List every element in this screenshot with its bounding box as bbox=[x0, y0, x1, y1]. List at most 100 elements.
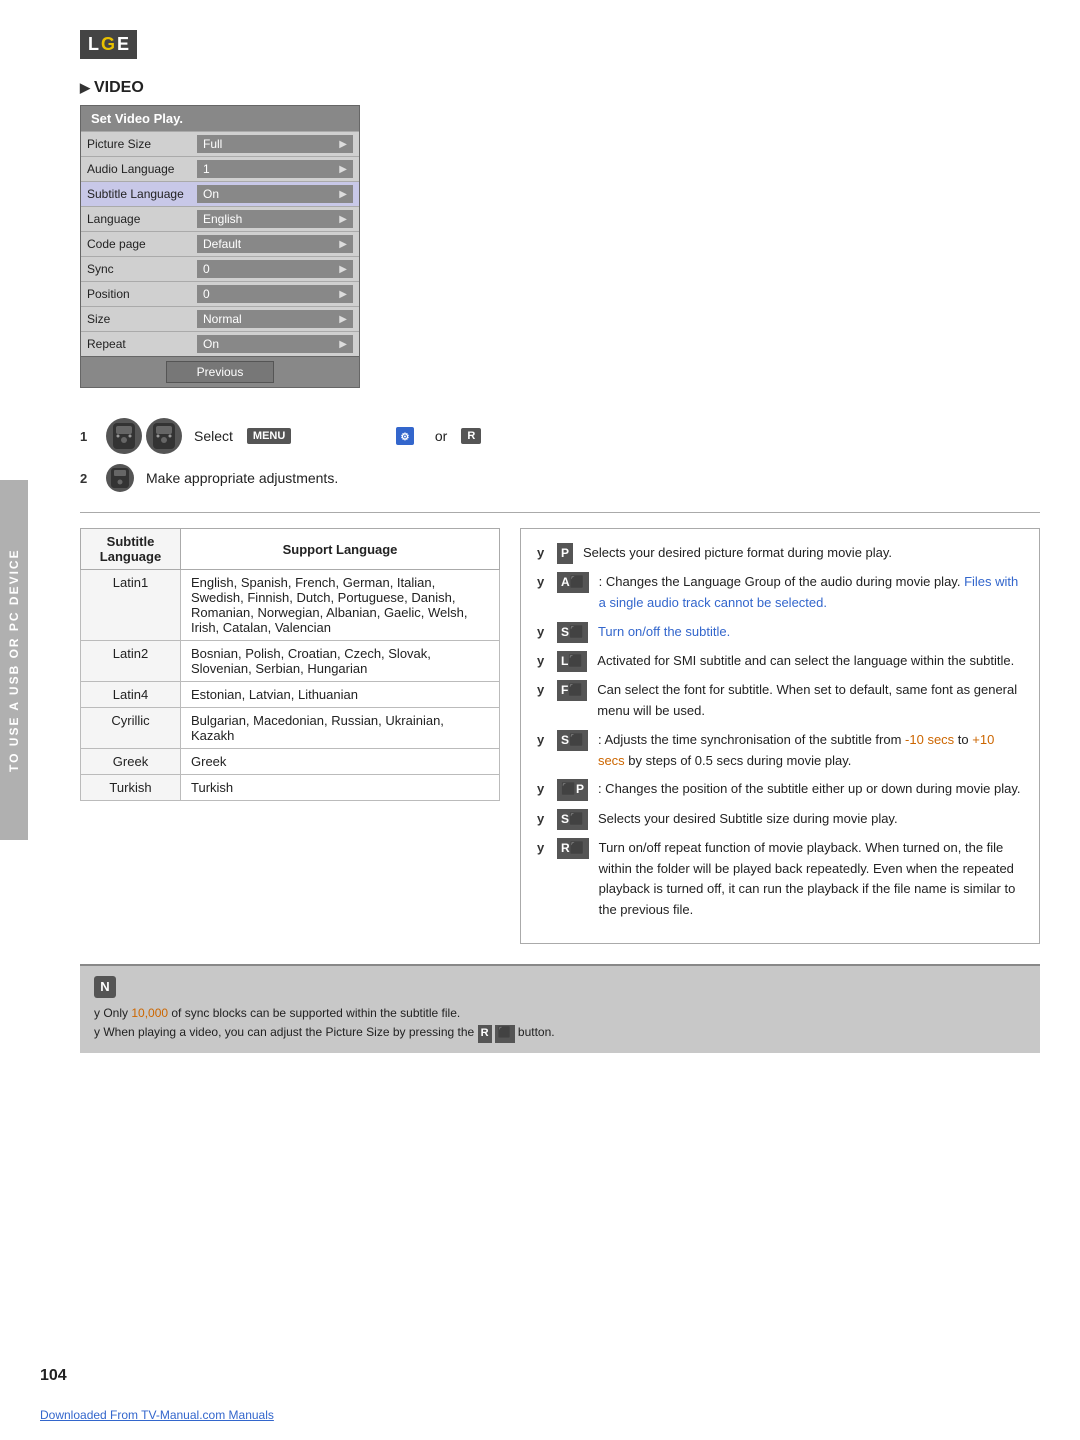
col-support-header: Support Language bbox=[181, 529, 500, 570]
menu-row-arrow: ▶ bbox=[339, 339, 347, 350]
support-lang-cell: Estonian, Latvian, Lithuanian bbox=[181, 682, 500, 708]
menu-button-label: MENU bbox=[247, 428, 291, 444]
two-col-layout: Subtitle Language Support Language Latin… bbox=[80, 528, 1040, 944]
picture-button-ref: ⬛ bbox=[495, 1025, 515, 1043]
menu-row-code-page[interactable]: Code page Default ▶ bbox=[81, 231, 359, 256]
menu-row-arrow: ▶ bbox=[339, 239, 347, 250]
menu-row-label: Sync bbox=[87, 262, 197, 276]
sidebar-label: TO USE A USB OR PC DEVICE bbox=[0, 480, 28, 840]
menu-row-language[interactable]: Language English ▶ bbox=[81, 206, 359, 231]
desc-bullet: y bbox=[537, 680, 551, 701]
steps-area: 1 bbox=[80, 418, 1040, 492]
desc-bullet: y bbox=[537, 838, 551, 859]
menu-row-arrow: ▶ bbox=[339, 189, 347, 200]
desc-text-3: Turn on/off the subtitle. bbox=[598, 622, 730, 643]
subtitle-lang-cell: Latin4 bbox=[81, 682, 181, 708]
table-row: Cyrillic Bulgarian, Macedonian, Russian,… bbox=[81, 708, 500, 749]
desc-icon-repeat: R⬛ bbox=[557, 838, 589, 859]
desc-item-2: y A⬛ : Changes the Language Group of the… bbox=[537, 572, 1023, 614]
desc-bullet: y bbox=[537, 779, 551, 800]
menu-row-subtitle-lang[interactable]: Subtitle Language On ▶ bbox=[81, 181, 359, 206]
desc-text-1: Selects your desired picture format duri… bbox=[583, 543, 892, 564]
menu-row-label: Position bbox=[87, 287, 197, 301]
menu-value-area: Normal ▶ bbox=[197, 310, 353, 328]
desc-icon-position: ⬛P bbox=[557, 779, 588, 800]
desc-item-6: y S⬛ : Adjusts the time synchronisation … bbox=[537, 730, 1023, 772]
menu-title: Set Video Play. bbox=[81, 106, 359, 131]
desc-item-9: y R⬛ Turn on/off repeat function of movi… bbox=[537, 838, 1023, 921]
table-row: Turkish Turkish bbox=[81, 775, 500, 801]
desc-icon-picture: P bbox=[557, 543, 573, 564]
step-1-row: 1 bbox=[80, 418, 1040, 454]
remote-icon-1 bbox=[106, 418, 142, 454]
desc-icon-subtitle: S⬛ bbox=[557, 622, 588, 643]
menu-panel: Set Video Play. Picture Size Full ▶ Audi… bbox=[80, 105, 360, 388]
menu-row-label: Repeat bbox=[87, 337, 197, 351]
subtitle-lang-cell: Latin2 bbox=[81, 641, 181, 682]
note-icon: N bbox=[94, 976, 116, 998]
menu-row-position[interactable]: Position 0 ▶ bbox=[81, 281, 359, 306]
menu-row-arrow: ▶ bbox=[339, 214, 347, 225]
step-1-icons bbox=[106, 418, 182, 454]
menu-row-label: Subtitle Language bbox=[87, 187, 197, 201]
menu-row-size[interactable]: Size Normal ▶ bbox=[81, 306, 359, 331]
r-button-ref: R bbox=[478, 1025, 492, 1043]
step-2-number: 2 bbox=[80, 471, 94, 486]
support-lang-cell: Bulgarian, Macedonian, Russian, Ukrainia… bbox=[181, 708, 500, 749]
logo-letter-e: E bbox=[117, 34, 129, 55]
menu-value-area: English ▶ bbox=[197, 210, 353, 228]
desc-text-2: : Changes the Language Group of the audi… bbox=[599, 572, 1023, 614]
support-lang-cell: Greek bbox=[181, 749, 500, 775]
previous-button[interactable]: Previous bbox=[166, 361, 275, 383]
menu-row-value: 1 bbox=[203, 162, 210, 176]
logo-letter-l: L bbox=[88, 34, 99, 55]
support-lang-cell: Turkish bbox=[181, 775, 500, 801]
menu-row-value: Full bbox=[203, 137, 222, 151]
subtitle-lang-cell: Cyrillic bbox=[81, 708, 181, 749]
lang-table: Subtitle Language Support Language Latin… bbox=[80, 528, 500, 801]
section-title: VIDEO bbox=[94, 79, 144, 97]
menu-row-arrow: ▶ bbox=[339, 264, 347, 275]
menu-row-sync[interactable]: Sync 0 ▶ bbox=[81, 256, 359, 281]
menu-value-area: Default ▶ bbox=[197, 235, 353, 253]
subtitle-toggle-note: Turn on/off the subtitle. bbox=[598, 624, 730, 639]
table-row: Latin4 Estonian, Latvian, Lithuanian bbox=[81, 682, 500, 708]
subtitle-lang-cell: Turkish bbox=[81, 775, 181, 801]
menu-row-value: 0 bbox=[203, 262, 210, 276]
step-1-number: 1 bbox=[80, 429, 94, 444]
desc-item-1: y P Selects your desired picture format … bbox=[537, 543, 1023, 564]
desc-bullet: y bbox=[537, 543, 551, 564]
svg-text:⚙: ⚙ bbox=[401, 432, 410, 443]
table-row: Greek Greek bbox=[81, 749, 500, 775]
divider bbox=[80, 512, 1040, 513]
desc-col: y P Selects your desired picture format … bbox=[520, 528, 1040, 944]
menu-row-value: On bbox=[203, 187, 219, 201]
step-1-text-pre: Select bbox=[194, 428, 233, 444]
step-1-settings-icon: ⚙ bbox=[395, 426, 415, 446]
menu-row-value: Default bbox=[203, 237, 241, 251]
note-text-1: y Only 10,000 of sync blocks can be supp… bbox=[94, 1004, 1026, 1023]
menu-row-label: Code page bbox=[87, 237, 197, 251]
menu-row-picture-size[interactable]: Picture Size Full ▶ bbox=[81, 131, 359, 156]
remote-icon-2 bbox=[146, 418, 182, 454]
step-2-row: 2 Make appropriate adjustments. bbox=[80, 464, 1040, 492]
support-lang-cell: Bosnian, Polish, Croatian, Czech, Slovak… bbox=[181, 641, 500, 682]
menu-value-area: On ▶ bbox=[197, 335, 353, 353]
menu-row-arrow: ▶ bbox=[339, 139, 347, 150]
step-1-or: or bbox=[427, 428, 447, 444]
menu-value-area: 0 ▶ bbox=[197, 285, 353, 303]
note-area: N y Only 10,000 of sync blocks can be su… bbox=[80, 964, 1040, 1053]
menu-row-repeat[interactable]: Repeat On ▶ bbox=[81, 331, 359, 356]
logo-area: L G E bbox=[80, 30, 1040, 59]
downloaded-footer: Downloaded From TV-Manual.com Manuals bbox=[40, 1408, 274, 1422]
menu-row-audio-lang[interactable]: Audio Language 1 ▶ bbox=[81, 156, 359, 181]
desc-icon-size: S⬛ bbox=[557, 809, 588, 830]
logo-letter-g: G bbox=[101, 34, 115, 55]
table-row: Latin1 English, Spanish, French, German,… bbox=[81, 570, 500, 641]
desc-bullet: y bbox=[537, 651, 551, 672]
menu-value-area: 0 ▶ bbox=[197, 260, 353, 278]
menu-row-value: English bbox=[203, 212, 242, 226]
table-row: Latin2 Bosnian, Polish, Croatian, Czech,… bbox=[81, 641, 500, 682]
desc-text-6: : Adjusts the time synchronisation of th… bbox=[598, 730, 1023, 772]
video-icon: ▶ bbox=[80, 80, 90, 96]
